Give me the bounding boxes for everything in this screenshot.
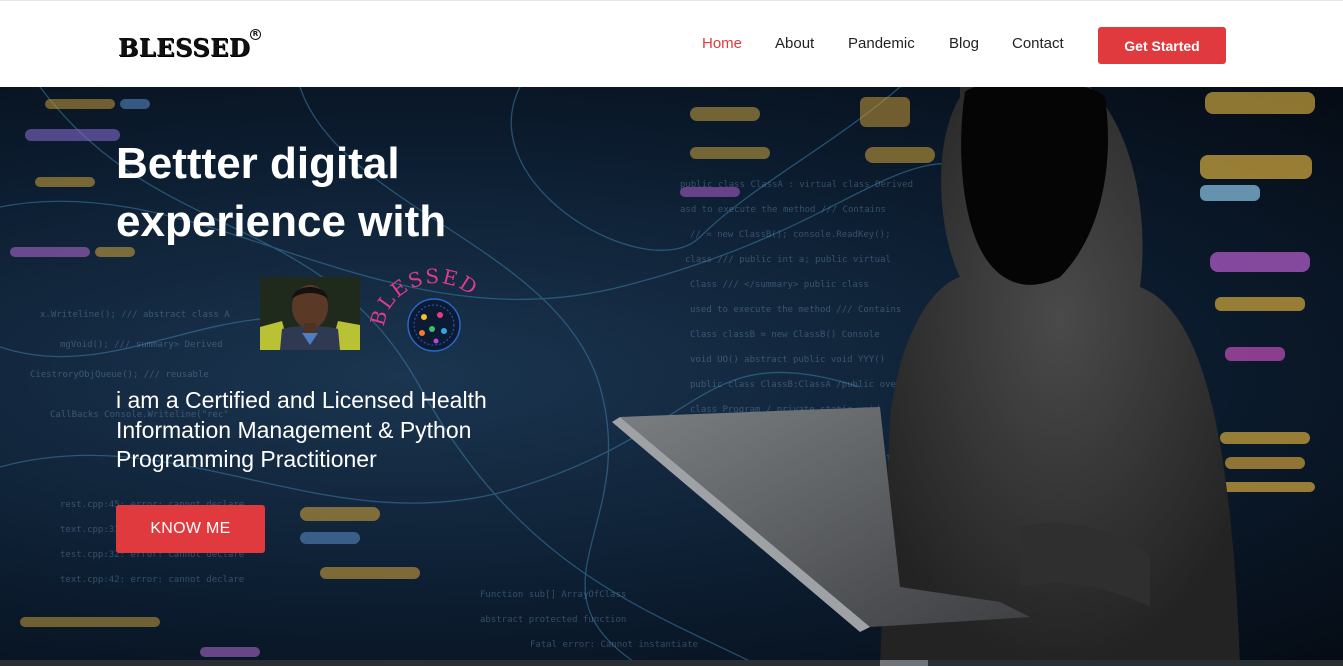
globe-people-icon — [407, 298, 461, 352]
svg-text:Fatal error: Cannot instantiat: Fatal error: Cannot instantiate — [530, 640, 698, 650]
svg-text:Class classB = new ClassB() Co: Class classB = new ClassB() Console — [690, 330, 880, 340]
hero-title: Bettter digital experience with — [116, 135, 566, 251]
nav-contact[interactable]: Contact — [1012, 35, 1064, 52]
hero-section: public class ClassA : virtual class Deri… — [0, 87, 1343, 666]
svg-text:Class /// </summary> public c: Class /// </summary> public class — [690, 280, 869, 290]
site-header: BLESSED R Home About Pandemic Blog Conta… — [0, 0, 1343, 87]
svg-text:mgVoid(); /// summary> Derived: mgVoid(); /// summary> Derived — [60, 340, 223, 350]
svg-text:class /// public int a; public: class /// public int a; public virtual — [685, 255, 891, 265]
svg-text:// = new ClassB(); console.Re: // = new ClassB(); console.ReadKey(); — [690, 230, 890, 240]
avatar-photo — [260, 277, 360, 350]
hero-title-line-2: experience with — [116, 197, 447, 246]
hero-title-line-1: Bettter digital — [116, 139, 400, 188]
know-me-button[interactable]: KNOW ME — [116, 505, 265, 553]
site-logo[interactable]: BLESSED R — [118, 29, 262, 62]
registered-mark-icon: R — [250, 29, 262, 40]
hooded-figure-image — [880, 87, 1240, 666]
svg-text:public class ClassB:ClassA /pu: public class ClassB:ClassA /public overr… — [690, 380, 923, 390]
svg-text:void UO() abstract public void: void UO() abstract public void YYY() — [690, 355, 885, 365]
bottom-strip-segment — [880, 660, 928, 666]
svg-text:x.Writeline(); /// abstract cl: x.Writeline(); /// abstract class A — [40, 310, 230, 320]
nav-about[interactable]: About — [775, 35, 814, 52]
svg-text:Function sub[] ArrayOfClass: Function sub[] ArrayOfClass — [480, 590, 626, 600]
nav-pandemic[interactable]: Pandemic — [848, 35, 915, 52]
svg-text:used to execute the method ///: used to execute the method /// Contains — [690, 305, 901, 315]
nav-home[interactable]: Home — [702, 35, 742, 52]
logo-text: BLESSED — [118, 33, 251, 62]
svg-text:asd to execute the method ///: asd to execute the method /// Contains — [680, 205, 886, 215]
hero-subtitle: i am a Certified and Licensed Health Inf… — [116, 387, 487, 472]
svg-text:public class ClassA : virtual: public class ClassA : virtual class Deri… — [680, 180, 913, 190]
svg-text:text.cpp:42: error: cannot dec: text.cpp:42: error: cannot declare — [60, 575, 244, 585]
svg-text:abstract protected function: abstract protected function — [480, 615, 626, 625]
get-started-button[interactable]: Get Started — [1098, 27, 1226, 64]
brand-badge: BLESSED — [365, 264, 496, 359]
svg-text:CiestroryObjQueue(); /// reusa: CiestroryObjQueue(); /// reusable — [30, 370, 209, 380]
nav-blog[interactable]: Blog — [949, 35, 979, 52]
bottom-scroll-strip — [0, 660, 1343, 666]
